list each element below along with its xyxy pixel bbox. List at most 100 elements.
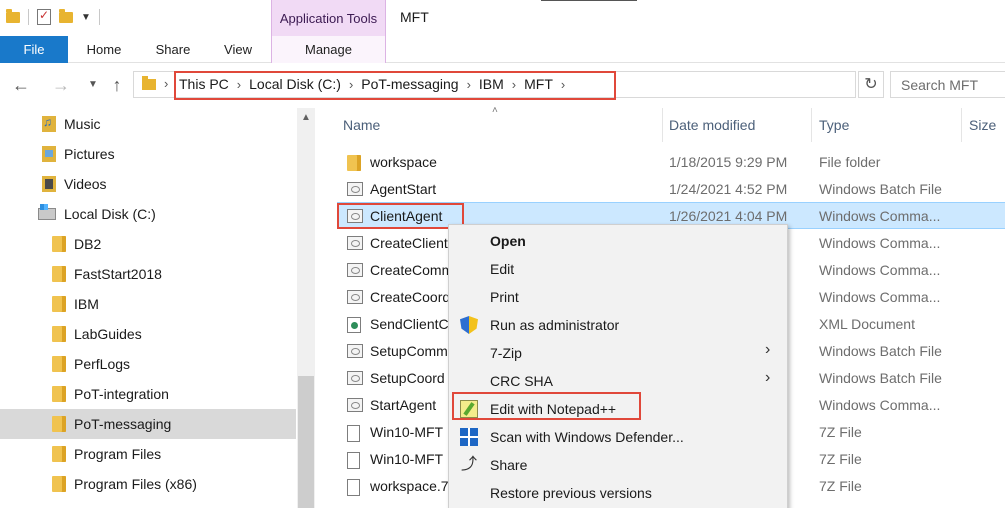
file-name: SetupComm — [370, 343, 448, 359]
sidebar-item-ibm[interactable]: IBM — [0, 289, 296, 319]
sidebar-item-label: Program Files — [74, 446, 162, 462]
up-arrow-icon[interactable]: ↑ — [106, 73, 128, 97]
file-type: Windows Comma... — [819, 235, 941, 251]
chevron-right-icon[interactable]: › — [512, 77, 516, 92]
file-type: 7Z File — [819, 424, 862, 440]
scroll-up-arrow-icon[interactable]: ▲ — [297, 108, 315, 128]
file-type: XML Document — [819, 316, 915, 332]
file-type: Windows Comma... — [819, 208, 941, 224]
customize-toolbar-caret-icon[interactable]: ▼ — [81, 12, 91, 23]
column-header-date-modified[interactable]: Date modified — [669, 108, 755, 142]
tab-share[interactable]: Share — [146, 36, 200, 63]
file-name: workspace — [370, 154, 437, 170]
sidebar-item-label: Music — [64, 116, 101, 132]
scrollbar-thumb[interactable] — [298, 376, 314, 508]
breadcrumb-item-ibm[interactable]: IBM — [479, 76, 504, 92]
sidebar-item-faststart2018[interactable]: FastStart2018 — [0, 259, 296, 289]
forward-arrow-icon[interactable]: → — [50, 73, 72, 97]
column-header-name[interactable]: Name — [343, 108, 380, 142]
sidebar-item-pot-messaging[interactable]: PoT-messaging — [0, 409, 296, 439]
sidebar-item-label: DB2 — [74, 236, 102, 252]
breadcrumb-item-pot-messaging[interactable]: PoT-messaging — [361, 76, 458, 92]
sidebar-item-label: PoT-integration — [74, 386, 169, 402]
file-type: Windows Batch File — [819, 343, 942, 359]
menu-item-print[interactable]: Print — [449, 283, 787, 311]
search-input[interactable] — [891, 72, 1001, 97]
breadcrumb-item-this-pc[interactable]: This PC — [179, 76, 229, 92]
sidebar-item-videos[interactable]: Videos — [0, 169, 296, 199]
sidebar-item-program-files[interactable]: Program Files — [0, 439, 296, 469]
tab-file[interactable]: File — [0, 36, 68, 63]
folder-icon — [52, 446, 66, 462]
search-box[interactable] — [890, 71, 1005, 98]
tab-view[interactable]: View — [214, 36, 262, 63]
menu-item-scan-with-windows-defender[interactable]: Scan with Windows Defender... — [449, 423, 787, 451]
menu-item-run-as-administrator[interactable]: Run as administrator — [449, 311, 787, 339]
uac-shield-icon — [460, 316, 478, 334]
file-type: File folder — [819, 154, 881, 170]
menu-item-label: Edit with Notepad++ — [490, 401, 617, 417]
ribbon-tabs: File Home Share View Manage — [0, 36, 1005, 63]
menu-item-edit-with-notepad-plus-plus[interactable]: Edit with Notepad++ — [449, 395, 787, 423]
tab-home[interactable]: Home — [74, 36, 134, 63]
sort-ascending-icon: ˄ — [492, 105, 498, 116]
column-divider[interactable] — [662, 108, 663, 142]
file-name: ClientAgent — [370, 208, 443, 224]
menu-item-label: CRC SHA — [490, 373, 554, 389]
menu-item-crc-sha[interactable]: CRC SHA › — [449, 367, 787, 395]
breadcrumb-item-local-disk[interactable]: Local Disk (C:) — [249, 76, 341, 92]
sidebar-item-perflogs[interactable]: PerfLogs — [0, 349, 296, 379]
breadcrumb: This PC › Local Disk (C:) › PoT-messagin… — [179, 76, 573, 92]
sidebar-item-db2[interactable]: DB2 — [0, 229, 296, 259]
file-name: SendClientC — [370, 316, 449, 332]
sidebar-item-label: Local Disk (C:) — [64, 206, 156, 222]
file-name: StartAgent — [370, 397, 437, 413]
file-name: SetupCoord — [370, 370, 445, 386]
refresh-icon[interactable]: ↻ — [858, 71, 884, 98]
menu-item-label: Edit — [490, 261, 515, 277]
drive-icon — [38, 204, 56, 220]
file-row[interactable]: AgentStart 1/24/2021 4:52 PM Windows Bat… — [337, 176, 1005, 203]
file-name: CreateCoord — [370, 289, 451, 305]
sidebar-item-local-disk[interactable]: Local Disk (C:) — [0, 199, 296, 229]
chevron-right-icon[interactable]: › — [561, 77, 565, 92]
sidebar-item-music[interactable]: Music — [0, 109, 296, 139]
sidebar-item-pot-integration[interactable]: PoT-integration — [0, 379, 296, 409]
properties-icon[interactable] — [37, 8, 51, 25]
chevron-right-icon[interactable]: › — [349, 77, 353, 92]
column-divider[interactable] — [961, 108, 962, 142]
column-divider[interactable] — [811, 108, 812, 142]
file-name: workspace.7 — [370, 478, 449, 494]
folder-icon[interactable] — [6, 8, 20, 23]
sidebar-item-labguides[interactable]: LabGuides — [0, 319, 296, 349]
breadcrumb-item-mft[interactable]: MFT — [524, 76, 553, 92]
sidebar-item-program-files-x86[interactable]: Program Files (x86) — [0, 469, 296, 499]
batch-file-icon — [347, 371, 363, 385]
column-header-size[interactable]: Size — [969, 108, 996, 142]
recent-locations-chevron-icon[interactable]: ▼ — [82, 73, 104, 97]
chevron-right-icon[interactable]: › — [164, 76, 168, 91]
folder-icon — [52, 356, 66, 372]
chevron-right-icon[interactable]: › — [467, 77, 471, 92]
menu-item-open[interactable]: Open — [449, 227, 787, 255]
tab-manage[interactable]: Manage — [271, 36, 386, 63]
file-date: 1/24/2021 4:52 PM — [669, 181, 788, 197]
menu-item-edit[interactable]: Edit — [449, 255, 787, 283]
document-icon — [347, 452, 360, 469]
music-folder-icon — [42, 115, 56, 132]
file-type: Windows Comma... — [819, 397, 941, 413]
file-type: Windows Comma... — [819, 262, 941, 278]
file-row[interactable]: workspace 1/18/2015 9:29 PM File folder — [337, 149, 1005, 176]
chevron-right-icon[interactable]: › — [237, 77, 241, 92]
menu-item-label: Share — [490, 457, 528, 473]
menu-item-7zip[interactable]: 7-Zip › — [449, 339, 787, 367]
back-arrow-icon[interactable]: ← — [10, 73, 32, 97]
sidebar-item-pictures[interactable]: Pictures — [0, 139, 296, 169]
address-bar[interactable]: › This PC › Local Disk (C:) › PoT-messag… — [133, 71, 856, 98]
divider — [28, 9, 29, 25]
menu-item-restore-previous-versions[interactable]: Restore previous versions — [449, 479, 787, 507]
menu-item-share[interactable]: ⤴ Share — [449, 451, 787, 479]
new-folder-icon[interactable] — [59, 8, 73, 23]
column-header-type[interactable]: Type — [819, 108, 849, 142]
sidebar-item-label: LabGuides — [74, 326, 142, 342]
